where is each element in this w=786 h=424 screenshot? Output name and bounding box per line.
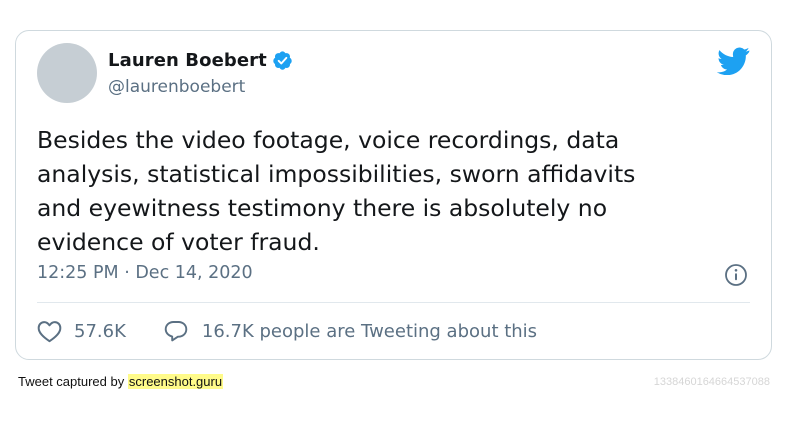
avatar[interactable]: [37, 43, 97, 103]
tweet-text-line: analysis, statistical impossibilities, s…: [37, 160, 636, 188]
tweeting-about-link[interactable]: 16.7K people are Tweeting about this: [202, 321, 537, 342]
twitter-bird-icon[interactable]: [717, 47, 750, 75]
tweet-text: Besides the video footage, voice recordi…: [37, 123, 757, 259]
speech-bubble-icon[interactable]: [164, 319, 188, 343]
tweet-card: Lauren Boebert @laurenboebert Besides th…: [15, 30, 772, 360]
like-count[interactable]: 57.6K: [74, 321, 126, 342]
capture-credit-label: Tweet captured by: [18, 374, 125, 389]
info-icon[interactable]: [724, 263, 748, 287]
divider: [37, 302, 750, 303]
capture-credit: Tweet captured by screenshot.guru: [18, 374, 224, 389]
tweet-actions: 57.6K 16.7K people are Tweeting about th…: [37, 319, 537, 343]
verified-badge-icon: [273, 51, 292, 70]
capture-site-link[interactable]: screenshot.guru: [127, 374, 224, 389]
tweet-id: 1338460164664537088: [653, 376, 770, 388]
tweet-text-line: and eyewitness testimony there is absolu…: [37, 194, 608, 222]
author-row: Lauren Boebert: [108, 50, 293, 71]
tweet-timestamp[interactable]: 12:25 PM · Dec 14, 2020: [37, 263, 253, 283]
tweet-text-line: Besides the video footage, voice recordi…: [37, 126, 620, 154]
tweet-text-line: evidence of voter fraud.: [37, 228, 320, 256]
author-handle[interactable]: @laurenboebert: [108, 77, 245, 97]
heart-icon[interactable]: [37, 320, 62, 343]
author-name[interactable]: Lauren Boebert: [108, 50, 267, 71]
